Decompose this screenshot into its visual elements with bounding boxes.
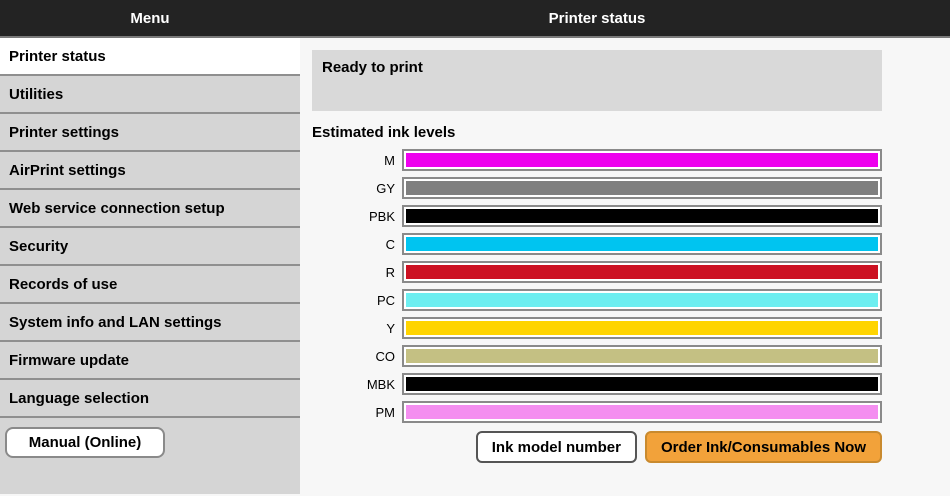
manual-online-button[interactable]: Manual (Online) <box>5 427 165 458</box>
ink-level-list: M GY PBK CR PC Y CO MBK PM <box>312 149 882 423</box>
ink-row-gy: GY <box>312 177 882 199</box>
ink-bar-fill <box>406 153 878 167</box>
content-area: Ready to print Estimated ink levels M GY P… <box>312 38 882 494</box>
ink-bar-fill <box>406 321 878 335</box>
ink-bar-fill <box>406 405 878 419</box>
ink-label: Y <box>312 321 402 336</box>
sidebar-item-firmware-update[interactable]: Firmware update <box>0 342 300 380</box>
sidebar-item-airprint-settings[interactable]: AirPrint settings <box>0 152 300 190</box>
main-layout: Printer statusUtilitiesPrinter settingsA… <box>0 38 950 494</box>
ink-bar <box>402 149 882 171</box>
ink-bar <box>402 401 882 423</box>
ink-row-pbk: PBK <box>312 205 882 227</box>
ink-bar <box>402 177 882 199</box>
ink-bar-fill <box>406 181 878 195</box>
ink-bar <box>402 261 882 283</box>
ink-row-co: CO <box>312 345 882 367</box>
ink-bar <box>402 205 882 227</box>
ink-row-pm: PM <box>312 401 882 423</box>
ink-label: C <box>312 237 402 252</box>
ink-bar-fill <box>406 377 878 391</box>
printer-status-box: Ready to print <box>312 50 882 111</box>
ink-label: R <box>312 265 402 280</box>
sidebar-item-records-of-use[interactable]: Records of use <box>0 266 300 304</box>
ink-row-mbk: MBK <box>312 373 882 395</box>
ink-bar <box>402 233 882 255</box>
ink-bar-fill <box>406 293 878 307</box>
ink-section-title: Estimated ink levels <box>312 124 882 141</box>
ink-bar-fill <box>406 209 878 223</box>
sidebar-item-system-info-and-lan-settings[interactable]: System info and LAN settings <box>0 304 300 342</box>
ink-row-c: C <box>312 233 882 255</box>
sidebar-item-utilities[interactable]: Utilities <box>0 76 300 114</box>
sidebar: Printer statusUtilitiesPrinter settingsA… <box>0 38 300 494</box>
app-header: Menu Printer status <box>0 0 950 38</box>
sidebar-item-printer-status[interactable]: Printer status <box>0 38 300 76</box>
ink-row-y: Y <box>312 317 882 339</box>
ink-bar-fill <box>406 265 878 279</box>
ink-label: MBK <box>312 377 402 392</box>
page-title: Printer status <box>312 10 882 27</box>
menu-header-title: Menu <box>0 10 300 27</box>
order-ink-button[interactable]: Order Ink/Consumables Now <box>645 431 882 463</box>
ink-label: PM <box>312 405 402 420</box>
ink-row-r: R <box>312 261 882 283</box>
ink-label: PC <box>312 293 402 308</box>
ink-label: GY <box>312 181 402 196</box>
ink-bar <box>402 373 882 395</box>
action-button-row: Ink model number Order Ink/Consumables N… <box>312 431 882 463</box>
ink-label: M <box>312 153 402 168</box>
ink-bar-fill <box>406 237 878 251</box>
sidebar-item-web-service-connection-setup[interactable]: Web service connection setup <box>0 190 300 228</box>
ink-model-number-button[interactable]: Ink model number <box>476 431 637 463</box>
ink-bar <box>402 317 882 339</box>
sidebar-item-printer-settings[interactable]: Printer settings <box>0 114 300 152</box>
sidebar-nav: Printer statusUtilitiesPrinter settingsA… <box>0 38 300 418</box>
sidebar-item-language-selection[interactable]: Language selection <box>0 380 300 418</box>
ink-label: PBK <box>312 209 402 224</box>
ink-label: CO <box>312 349 402 364</box>
ink-bar <box>402 289 882 311</box>
printer-status-message: Ready to print <box>322 59 423 76</box>
ink-row-pc: PC <box>312 289 882 311</box>
sidebar-item-security[interactable]: Security <box>0 228 300 266</box>
ink-row-m: M <box>312 149 882 171</box>
ink-bar <box>402 345 882 367</box>
ink-bar-fill <box>406 349 878 363</box>
